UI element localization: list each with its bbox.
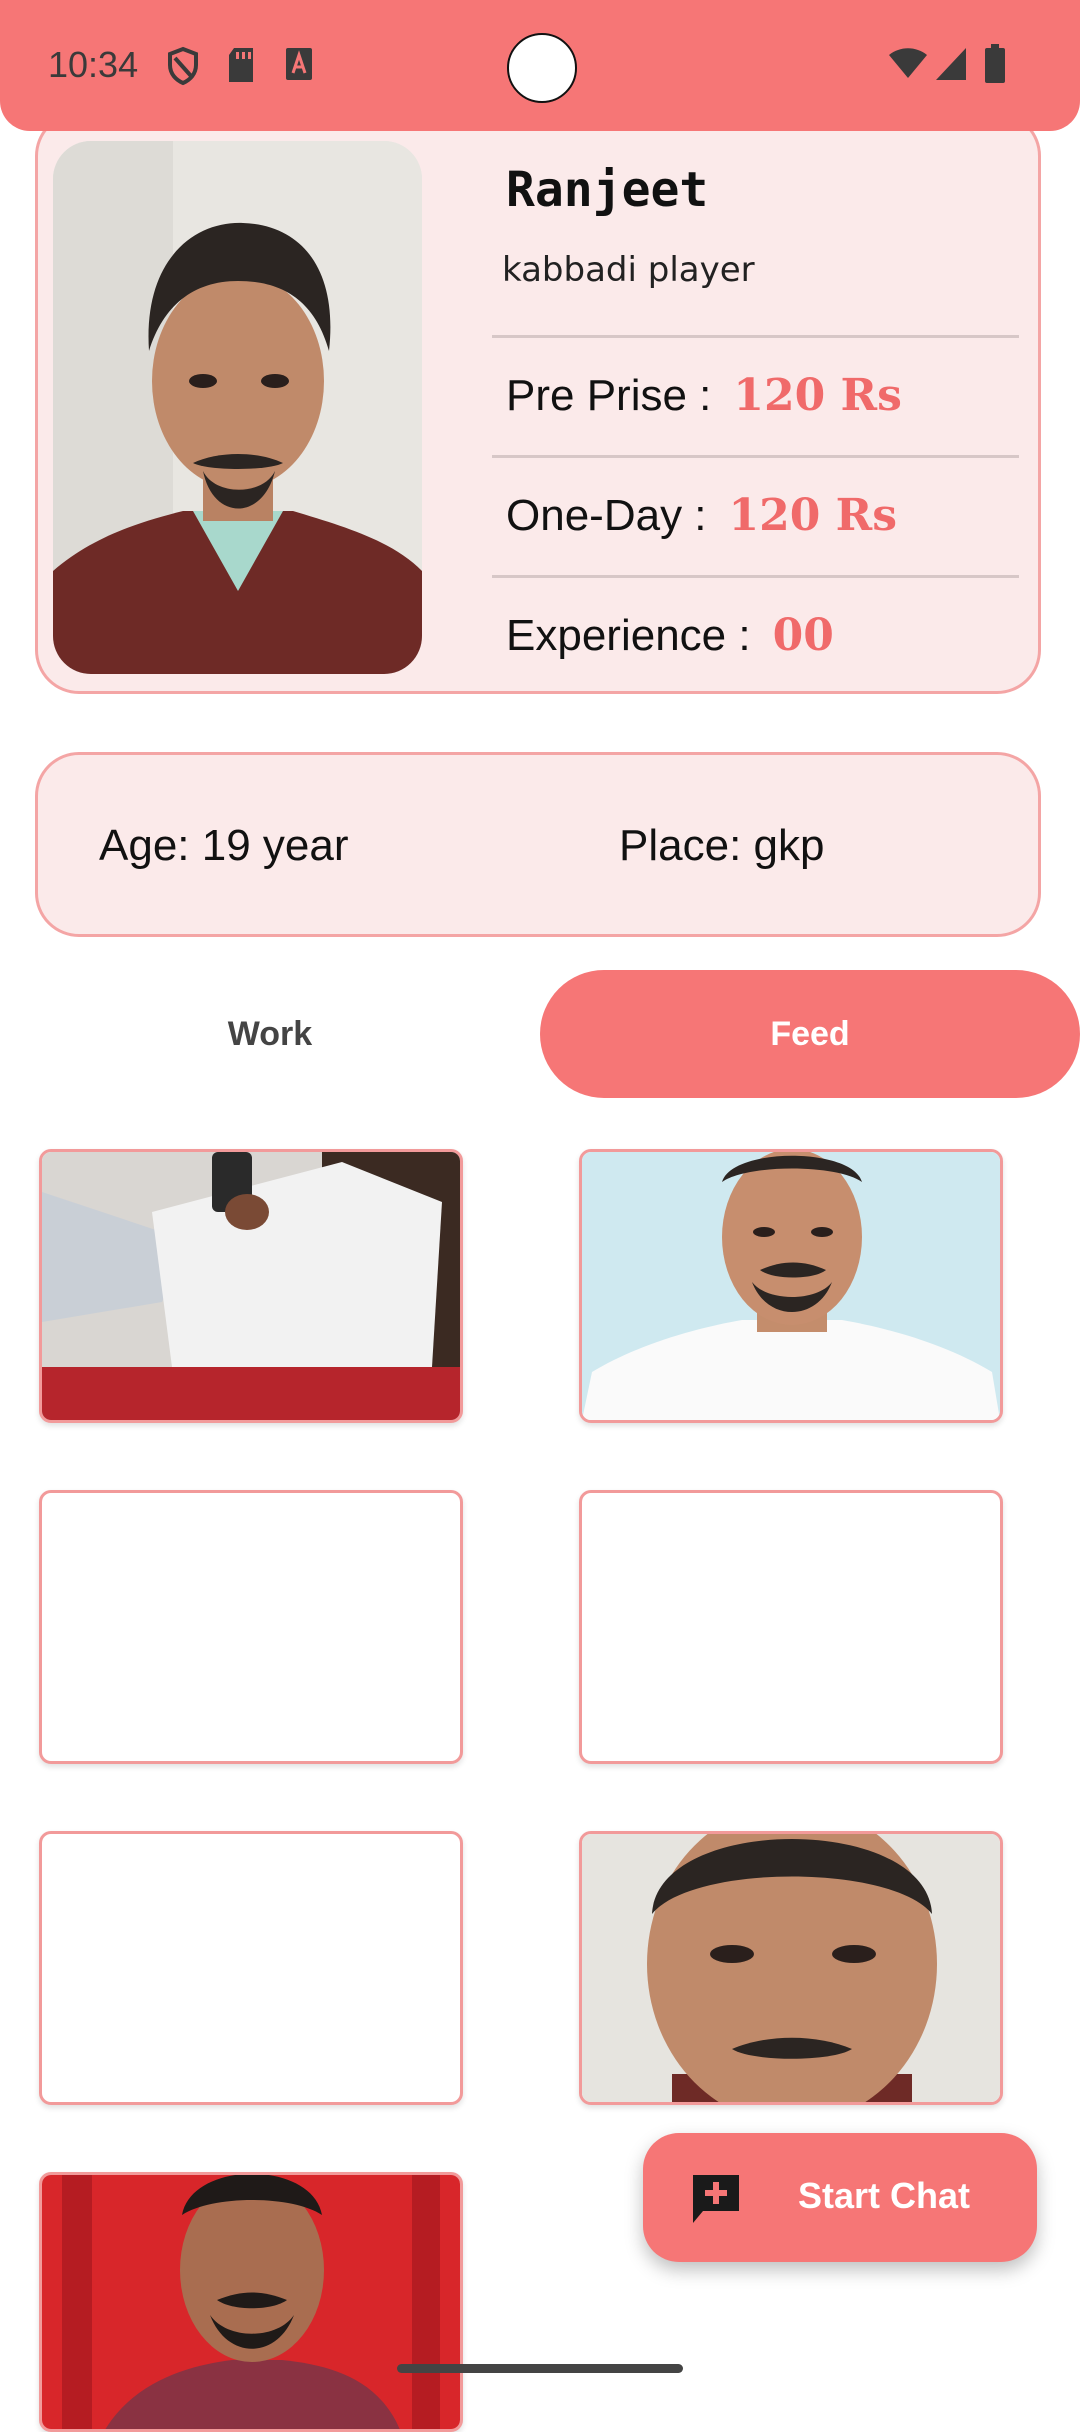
photo-thumbnail	[582, 1152, 1000, 1420]
start-chat-button[interactable]: Start Chat	[643, 2133, 1037, 2262]
feed-tile[interactable]	[579, 1490, 1003, 1764]
photo-thumbnail	[582, 1834, 1000, 2102]
age-text: Age: 19 year	[99, 821, 349, 870]
tab-feed-label: Feed	[770, 1014, 850, 1053]
status-bar: 10:34	[0, 0, 1080, 131]
experience-label: Experience :	[506, 611, 751, 660]
feed-tile[interactable]	[579, 1831, 1003, 2105]
feed-tile[interactable]	[579, 1149, 1003, 1423]
tab-work[interactable]: Work	[0, 970, 540, 1098]
photo-thumbnail	[42, 2175, 460, 2429]
feed-tile[interactable]	[39, 1490, 463, 1764]
one-day-label: One-Day :	[506, 491, 707, 540]
experience-row: Experience : 00	[506, 610, 834, 661]
pre-price-value: 120 Rs	[733, 370, 902, 421]
photo-thumbnail	[42, 1152, 460, 1420]
feed-tile[interactable]	[39, 1149, 463, 1423]
home-indicator[interactable]	[397, 2364, 683, 2373]
profile-name: Ranjeet	[506, 162, 709, 218]
cell-signal-icon	[936, 48, 966, 80]
add-chat-icon	[693, 2175, 739, 2223]
profile-role: kabbadi player	[502, 250, 755, 290]
camera-cutout	[507, 33, 577, 103]
start-chat-label: Start Chat	[798, 2175, 971, 2216]
font-download-icon	[286, 48, 312, 80]
wifi-icon	[889, 48, 927, 78]
battery-icon	[985, 44, 1005, 83]
experience-value: 00	[772, 610, 834, 661]
divider	[492, 335, 1019, 338]
pre-price-row: Pre Prise : 120 Rs	[506, 370, 902, 421]
feed-tile[interactable]	[39, 1831, 463, 2105]
info-card: Age: 19 year Place: gkp	[35, 752, 1041, 937]
divider	[492, 575, 1019, 578]
one-day-value: 120 Rs	[728, 490, 898, 541]
tab-feed[interactable]: Feed	[540, 970, 1080, 1098]
tab-work-label: Work	[227, 1014, 313, 1053]
portrait-image	[53, 141, 422, 674]
divider	[492, 455, 1019, 458]
one-day-row: One-Day : 120 Rs	[506, 490, 897, 541]
sd-card-icon	[229, 48, 253, 82]
status-time: 10:34	[48, 44, 139, 85]
pre-price-label: Pre Prise :	[506, 371, 712, 420]
profile-photo[interactable]	[53, 141, 422, 674]
feed-tile[interactable]	[39, 2172, 463, 2432]
shield-icon	[168, 46, 198, 86]
place-text: Place: gkp	[619, 821, 825, 870]
